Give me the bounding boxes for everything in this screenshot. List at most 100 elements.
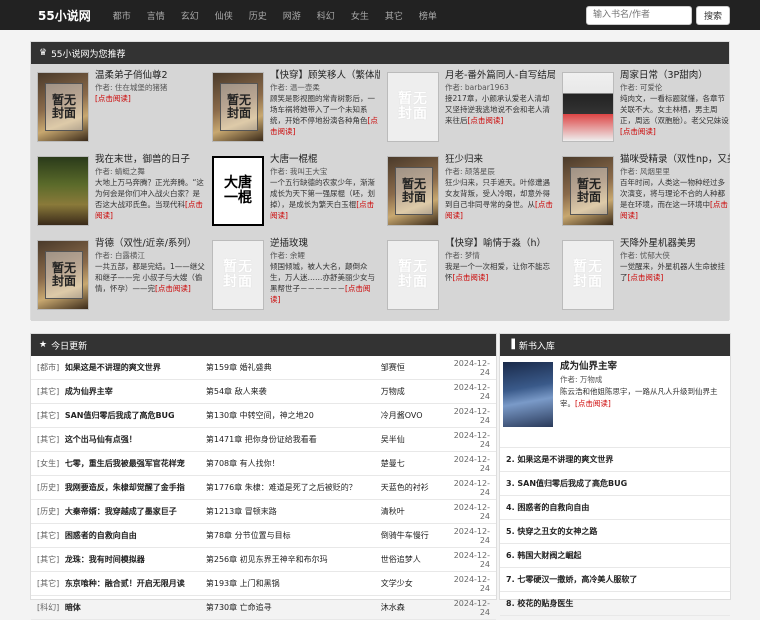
book-card[interactable]: 暂无 封面 逆插玫瑰 作者: 余鲤 倾国倾城，被人大名，颠倒众生，万人迷……亦舒美丽少女…	[206, 235, 380, 313]
nav-item-xuanhuan[interactable]: 玄幻	[173, 9, 207, 22]
search-input[interactable]	[586, 5, 692, 25]
book-card[interactable]: 暂无 封面 温柔弟子俏仙尊2 作者: 住在城堡的猪猪 [点击阅读]	[31, 67, 205, 145]
book-cover-image[interactable]: 暂无 封面	[212, 72, 264, 142]
nav-item-xianxia[interactable]: 仙侠	[207, 9, 241, 22]
book-title[interactable]: 【快穿】喻情于淼（h）	[445, 237, 555, 250]
list-item[interactable]: 7. 七零硬汉一撒娇，高冷美人服软了	[500, 568, 730, 592]
book-title[interactable]: 猫咪受精录（双性np，又美又不喷猫咪受）	[620, 153, 730, 166]
category-label[interactable]: [历史]	[37, 506, 65, 517]
read-more-link[interactable]: [点击阅读]	[155, 284, 191, 293]
book-title-link[interactable]: 龙珠：我有时间模拟器	[65, 554, 206, 565]
category-label[interactable]: [其它]	[37, 530, 65, 541]
book-title-link[interactable]: 七零，重生后我被最强军官花样宠	[65, 458, 206, 469]
category-label[interactable]: [女生]	[37, 458, 65, 469]
update-date: 2024-12-24	[453, 598, 490, 617]
book-cover-image[interactable]: 暂无 封面	[387, 156, 439, 226]
category-label[interactable]: [其它]	[37, 578, 65, 589]
book-title[interactable]: 月老-番外篇同人-自写结局	[445, 69, 555, 82]
book-title-link[interactable]: 如果这是不讲理的爽文世界	[65, 362, 206, 373]
list-item[interactable]: 5. 快穿之丑女的女神之路	[500, 520, 730, 544]
book-card[interactable]: 暂无 封面 【快穿】喻情于淼（h） 作者: 梦情 我是一个一次相爱，让你不能忘怀[点击阅…	[381, 235, 555, 313]
book-title[interactable]: 逆插玫瑰	[270, 237, 380, 250]
read-more-link[interactable]: [点击阅读]	[628, 273, 664, 282]
book-title-link[interactable]: SAN值归零后我成了高危BUG	[65, 410, 206, 421]
category-label[interactable]: [其它]	[37, 554, 65, 565]
read-more-link[interactable]: [点击阅读]	[620, 127, 656, 136]
book-cover-image[interactable]	[562, 72, 614, 142]
book-cover-image[interactable]: 暂无 封面	[562, 240, 614, 310]
category-label[interactable]: [其它]	[37, 386, 65, 397]
chapter-link[interactable]: 第1213章 冒顿末路	[206, 506, 381, 517]
book-cover-image[interactable]: 暂无 封面	[37, 240, 89, 310]
book-cover-image[interactable]: 暂无 封面	[387, 240, 439, 310]
category-label[interactable]: [其它]	[37, 434, 65, 445]
nav-item-bangdan[interactable]: 榜单	[411, 9, 445, 22]
book-title-link[interactable]: 困惑者的自救向自由	[65, 530, 206, 541]
book-title[interactable]: 周家日常（3P甜肉）	[620, 69, 730, 82]
chapter-link[interactable]: 第708章 有人找你！	[206, 458, 381, 469]
book-card[interactable]: 暂无封面【快穿】顾笑移人（繁体版）作者: 温一壶柔顾笑是影视圈的常青树影后，一场…	[206, 67, 380, 145]
book-title[interactable]: 天降外星机器美男	[620, 237, 730, 250]
book-title[interactable]: 温柔弟子俏仙尊2	[95, 69, 205, 82]
book-cover-image[interactable]	[503, 362, 553, 427]
book-cover-image[interactable]: 暂无 封面	[387, 72, 439, 142]
nav-item-wangyou[interactable]: 网游	[275, 9, 309, 22]
chapter-link[interactable]: 第1471章 把你身份证给我看看	[206, 434, 381, 445]
book-title-link[interactable]: 大秦帝婿：我穿越成了墨家巨子	[65, 506, 206, 517]
book-title[interactable]: 大唐一棍棍	[270, 153, 380, 166]
chapter-link[interactable]: 第159章 婚礼盛典	[206, 362, 381, 373]
book-card[interactable]: 暂无封面猫咪受精录（双性np，又美又不喷猫咪受）作者: 风烟里里百年时间，人类这…	[556, 151, 730, 229]
book-cover-image[interactable]: 暂无 封面	[562, 156, 614, 226]
chapter-link[interactable]: 第193章 上门和黑锅	[206, 578, 381, 589]
chapter-link[interactable]: 第730章 亡命追寻	[206, 602, 381, 613]
read-more-link[interactable]: [点击阅读]	[468, 116, 504, 125]
book-card[interactable]: 大唐 一棍 大唐一棍棍 作者: 我叫王大宝 一个五行缺德的农家少年，渐渐成长为天下第一强…	[206, 151, 380, 229]
book-card[interactable]: 周家日常（3P甜肉） 作者: 可爱伦 纯肉文，一看标题就懂，各章节关联不大。女主林栖…	[556, 67, 730, 145]
book-title[interactable]: 背德（双性/近亲/系列）	[95, 237, 205, 250]
list-item[interactable]: 3. SAN值归零后我成了高危BUG	[500, 472, 730, 496]
read-more-link[interactable]: [点击阅读]	[453, 273, 489, 282]
chapter-link[interactable]: 第256章 初见东界王神辛和布尔玛	[206, 554, 381, 565]
nav-item-qita[interactable]: 其它	[377, 9, 411, 22]
search-button[interactable]: 搜索	[696, 5, 730, 25]
category-label[interactable]: [科幻]	[37, 602, 65, 613]
book-cover-image[interactable]: 大唐 一棍	[212, 156, 264, 226]
book-title[interactable]: 成为仙界主宰	[560, 360, 728, 374]
book-card[interactable]: 暂无 封面 天降外星机器美男 作者: 忧郁大侠 一觉醒来，外星机器人生命披挂了[点击阅读…	[556, 235, 730, 313]
book-cover-image[interactable]	[37, 156, 89, 226]
category-label[interactable]: [历史]	[37, 482, 65, 493]
book-card[interactable]: 我在末世，御兽的日子 作者: 蜻蜓之舞 大地上万马奔腾？正光奔腾。“这为何会是你们冲…	[31, 151, 205, 229]
chapter-link[interactable]: 第54章 敌人来袭	[206, 386, 381, 397]
nav-item-nvsheng[interactable]: 女生	[343, 9, 377, 22]
list-item[interactable]: 6. 韩国大财阀之崛起	[500, 544, 730, 568]
newbooks-featured[interactable]: 成为仙界主宰 作者: 万物成 陈云浩和他姐陈思宇，一路从凡人升级到仙界主宰。[点…	[500, 356, 730, 448]
nav-item-yanqing[interactable]: 言情	[139, 9, 173, 22]
book-title-link[interactable]: 东京喰种：融合贰！开启无限月读	[65, 578, 206, 589]
category-label[interactable]: [都市]	[37, 362, 65, 373]
chapter-link[interactable]: 第130章 中转空间，神之地20	[206, 410, 381, 421]
book-title[interactable]: 【快穿】顾笑移人（繁体版）	[270, 69, 380, 82]
chapter-link[interactable]: 第1776章 朱棣：难道是死了之后被贬的？	[206, 482, 381, 493]
read-more-link[interactable]: [点击阅读]	[95, 94, 131, 103]
list-item[interactable]: 4. 困惑者的自救向自由	[500, 496, 730, 520]
category-label[interactable]: [其它]	[37, 410, 65, 421]
read-more-link[interactable]: [点击阅读]	[575, 399, 611, 408]
book-title[interactable]: 狂少归来	[445, 153, 555, 166]
book-title-link[interactable]: 暗体	[65, 602, 206, 613]
book-title-link[interactable]: 成为仙界主宰	[65, 386, 206, 397]
list-item[interactable]: 2. 如果这是不讲理的爽文世界	[500, 448, 730, 472]
book-card[interactable]: 暂无 封面 背德（双性/近亲/系列） 作者: 白露横江 一共五部，都是完结。1——继父和…	[31, 235, 205, 313]
book-card[interactable]: 暂无 封面 月老-番外篇同人-自写结局 作者: barbar1963 接217章，小颜承…	[381, 67, 555, 145]
book-title-link[interactable]: 我刚要造反，朱棣却觉醒了金手指	[65, 482, 206, 493]
book-cover-image[interactable]: 暂无 封面	[212, 240, 264, 310]
nav-item-lishi[interactable]: 历史	[241, 9, 275, 22]
site-logo[interactable]: 55小说网	[38, 7, 91, 24]
nav-item-kehuan[interactable]: 科幻	[309, 9, 343, 22]
book-title-link[interactable]: 这个出马仙有点强！	[65, 434, 206, 445]
book-card[interactable]: 暂无 封面 狂少归来 作者: 颉落星辰 狂少归来，只手遮天。叶修遭遇女友背叛，受人冷眼，…	[381, 151, 555, 229]
nav-item-dushi[interactable]: 都市	[105, 9, 139, 22]
list-item[interactable]: 8. 校花的贴身医生	[500, 592, 730, 616]
book-cover-image[interactable]: 暂无 封面	[37, 72, 89, 142]
chapter-link[interactable]: 第78章 分节位置与目标	[206, 530, 381, 541]
book-title[interactable]: 我在末世，御兽的日子	[95, 153, 205, 166]
